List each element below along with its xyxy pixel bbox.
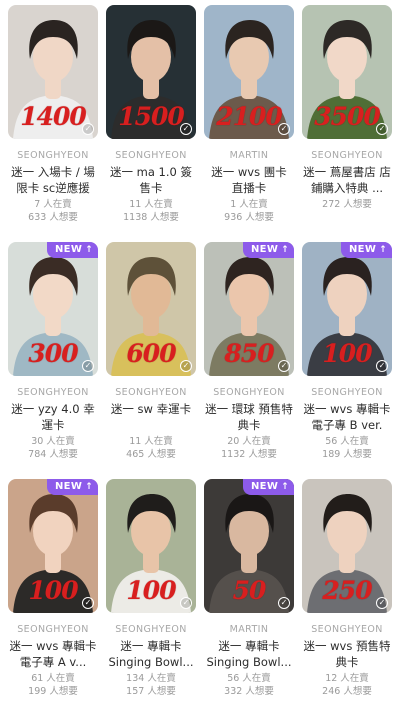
card-photo[interactable]: 100 ✓ [106, 479, 196, 613]
product-card[interactable]: 3500 ✓ SEONGHYEON 迷一 蔦屋書店 店鋪購入特典 ... 272… [302, 5, 392, 242]
wanting-count: 189 人想要 [322, 449, 372, 460]
product-card[interactable]: 300 ✓ NEW ↑ SEONGHYEON 迷一 yzy 4.0 幸運卡 30 … [8, 242, 98, 479]
wanting-count: 1132 人想要 [221, 449, 277, 460]
artist-name: SEONGHYEON [17, 150, 89, 161]
selling-count: 56 人在賣 [325, 436, 369, 447]
checkmark-icon: ✓ [376, 360, 388, 372]
product-card[interactable]: 600 ✓ SEONGHYEON 迷一 sw 幸運卡 11 人在賣 465 人想… [106, 242, 196, 479]
wanting-count: 332 人想要 [224, 686, 274, 697]
card-title: 迷一 wvs 專輯卡 電子專 A v... [9, 639, 97, 669]
card-photo[interactable]: 1500 ✓ [106, 5, 196, 139]
card-title: 迷一 蔦屋書店 店鋪購入特典 ... [303, 165, 391, 195]
wanting-count: 936 人想要 [224, 212, 274, 223]
card-title: 迷一 sw 幸運卡 [110, 402, 192, 416]
checkmark-icon: ✓ [82, 123, 94, 135]
card-title: 迷一 wvs 團卡 直播卡 [211, 165, 287, 195]
artist-name: SEONGHYEON [17, 387, 89, 398]
card-title: 迷一 ma 1.0 簽售卡 [109, 165, 192, 195]
product-card[interactable]: 1500 ✓ SEONGHYEON 迷一 ma 1.0 簽售卡 11 人在賣 1… [106, 5, 196, 242]
wanting-count: 157 人想要 [126, 686, 176, 697]
selling-count: 56 人在賣 [227, 673, 271, 684]
product-card[interactable]: 100 ✓ NEW ↑ SEONGHYEON 迷一 wvs 專輯卡 電子專 A v… [8, 479, 98, 716]
new-badge: NEW ↑ [47, 242, 98, 258]
arrow-up-icon: ↑ [379, 245, 387, 255]
selling-count: 30 人在賣 [31, 436, 75, 447]
card-title: 迷一 專輯卡 Singing Bowl... [108, 639, 194, 669]
card-photo[interactable]: 3500 ✓ [302, 5, 392, 139]
wanting-count: 272 人想要 [322, 199, 372, 210]
artist-name: SEONGHYEON [115, 150, 187, 161]
wanting-count: 1138 人想要 [123, 212, 179, 223]
card-title: 迷一 入場卡 / 場限卡 sc逆應援 [11, 165, 95, 195]
new-badge: NEW ↑ [243, 242, 294, 258]
wanting-count: 633 人想要 [28, 212, 78, 223]
product-card[interactable]: 2100 ✓ MARTIN 迷一 wvs 團卡 直播卡 1 人在賣 936 人想… [204, 5, 294, 242]
card-photo[interactable]: 600 ✓ [106, 242, 196, 376]
card-grid: 1400 ✓ SEONGHYEON 迷一 入場卡 / 場限卡 sc逆應援 7 人… [0, 0, 400, 711]
card-title: 迷一 yzy 4.0 幸運卡 [11, 402, 95, 432]
arrow-up-icon: ↑ [281, 245, 289, 255]
artist-name: SEONGHYEON [311, 624, 383, 635]
card-title: 迷一 wvs 預售特典卡 [303, 639, 391, 669]
card-photo[interactable]: 100 ✓ NEW ↑ [302, 242, 392, 376]
wanting-count: 246 人想要 [322, 686, 372, 697]
checkmark-icon: ✓ [82, 597, 94, 609]
wanting-count: 784 人想要 [28, 449, 78, 460]
product-card[interactable]: 50 ✓ NEW ↑ MARTIN 迷一 專輯卡 Singing Bowl... … [204, 479, 294, 716]
checkmark-icon: ✓ [376, 123, 388, 135]
artist-name: MARTIN [229, 150, 269, 161]
product-card[interactable]: 1400 ✓ SEONGHYEON 迷一 入場卡 / 場限卡 sc逆應援 7 人… [8, 5, 98, 242]
checkmark-icon: ✓ [82, 360, 94, 372]
arrow-up-icon: ↑ [281, 482, 289, 492]
card-photo[interactable]: 250 ✓ [302, 479, 392, 613]
card-photo[interactable]: 50 ✓ NEW ↑ [204, 479, 294, 613]
checkmark-icon: ✓ [376, 597, 388, 609]
new-badge: NEW ↑ [47, 479, 98, 495]
selling-count: 11 人在賣 [129, 199, 173, 210]
card-title: 迷一 專輯卡 Singing Bowl... [206, 639, 292, 669]
product-card[interactable]: 100 ✓ NEW ↑ SEONGHYEON 迷一 wvs 專輯卡 電子專 B v… [302, 242, 392, 479]
artist-name: MARTIN [229, 624, 269, 635]
selling-count: 12 人在賣 [325, 673, 369, 684]
new-badge: NEW ↑ [341, 242, 392, 258]
selling-count: 1 人在賣 [230, 199, 268, 210]
card-title: 迷一 wvs 專輯卡 電子專 B ver. [303, 402, 391, 432]
card-photo[interactable]: 300 ✓ NEW ↑ [8, 242, 98, 376]
checkmark-icon: ✓ [278, 360, 290, 372]
artist-name: SEONGHYEON [213, 387, 285, 398]
artist-name: SEONGHYEON [115, 624, 187, 635]
new-badge-label: NEW [349, 244, 377, 255]
new-badge-label: NEW [251, 244, 279, 255]
arrow-up-icon: ↑ [85, 482, 93, 492]
card-photo[interactable]: 100 ✓ NEW ↑ [8, 479, 98, 613]
checkmark-icon: ✓ [180, 597, 192, 609]
product-card[interactable]: 100 ✓ SEONGHYEON 迷一 專輯卡 Singing Bowl... … [106, 479, 196, 716]
new-badge-label: NEW [55, 244, 83, 255]
checkmark-icon: ✓ [278, 597, 290, 609]
selling-count: 11 人在賣 [129, 436, 173, 447]
artist-name: SEONGHYEON [115, 387, 187, 398]
artist-name: SEONGHYEON [311, 387, 383, 398]
selling-count: 134 人在賣 [126, 673, 176, 684]
artist-name: SEONGHYEON [17, 624, 89, 635]
arrow-up-icon: ↑ [85, 245, 93, 255]
checkmark-icon: ✓ [180, 123, 192, 135]
checkmark-icon: ✓ [180, 360, 192, 372]
wanting-count: 465 人想要 [126, 449, 176, 460]
selling-count: 61 人在賣 [31, 673, 75, 684]
card-photo[interactable]: 2100 ✓ [204, 5, 294, 139]
card-photo[interactable]: 1400 ✓ [8, 5, 98, 139]
new-badge-label: NEW [251, 481, 279, 492]
wanting-count: 199 人想要 [28, 686, 78, 697]
artist-name: SEONGHYEON [311, 150, 383, 161]
card-title: 迷一 環球 預售特典卡 [205, 402, 293, 432]
card-photo[interactable]: 850 ✓ NEW ↑ [204, 242, 294, 376]
new-badge-label: NEW [55, 481, 83, 492]
selling-count: 20 人在賣 [227, 436, 271, 447]
checkmark-icon: ✓ [278, 123, 290, 135]
new-badge: NEW ↑ [243, 479, 294, 495]
selling-count: 7 人在賣 [34, 199, 72, 210]
product-card[interactable]: 250 ✓ SEONGHYEON 迷一 wvs 預售特典卡 12 人在賣 246… [302, 479, 392, 716]
product-card[interactable]: 850 ✓ NEW ↑ SEONGHYEON 迷一 環球 預售特典卡 20 人在賣… [204, 242, 294, 479]
